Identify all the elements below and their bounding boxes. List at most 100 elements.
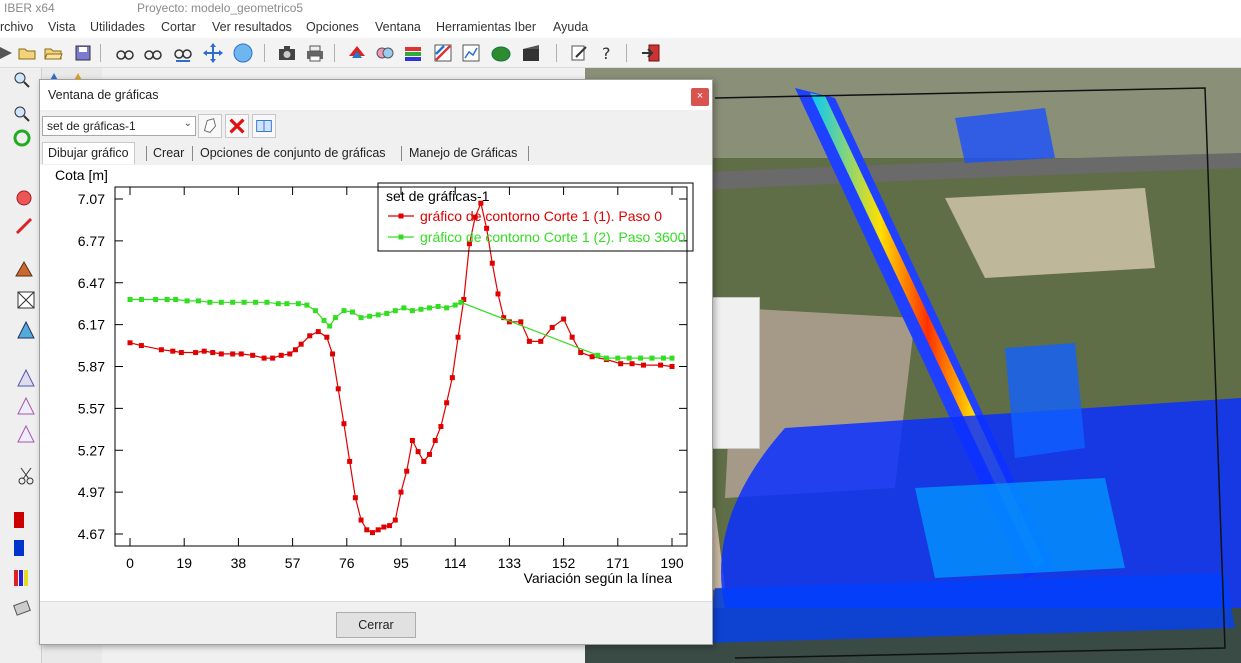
close-icon[interactable]: × <box>691 88 709 106</box>
new-file-icon[interactable] <box>0 42 16 64</box>
y-tick-label: 6.17 <box>78 317 105 333</box>
animation-icon[interactable] <box>520 42 542 64</box>
menu-utilidades[interactable]: Utilidades <box>90 20 145 34</box>
dialog-title-bar: Ventana de gráficas × <box>40 80 712 110</box>
series-1-point <box>170 348 176 354</box>
zoom-glasses-3-icon[interactable] <box>172 42 194 64</box>
series-1-point <box>341 421 347 427</box>
recycle-icon[interactable] <box>12 128 32 148</box>
triangle-icon[interactable] <box>16 368 36 388</box>
measure-icon[interactable] <box>12 598 32 618</box>
triangle-2-icon[interactable] <box>16 396 36 416</box>
edit-checklist-icon[interactable] <box>568 42 590 64</box>
series-1-point <box>569 334 575 340</box>
menu-herramientas-iber[interactable]: Herramientas Iber <box>436 20 536 34</box>
delete-graph-set-icon[interactable] <box>225 114 249 138</box>
series-1-point <box>278 352 284 358</box>
series-2-point <box>312 308 318 314</box>
rename-graph-set-icon[interactable] <box>252 114 276 138</box>
help-icon[interactable]: ? <box>596 42 618 64</box>
series-2-point <box>164 297 170 302</box>
menu-ventana[interactable]: Ventana <box>375 20 421 34</box>
graph-set-select[interactable]: set de gráficas-1 ⌄ <box>42 116 196 136</box>
new-graph-set-icon[interactable] <box>198 114 222 138</box>
line-tool-icon[interactable] <box>14 216 34 236</box>
y-tick-label: 5.27 <box>78 442 105 458</box>
series-1-point <box>669 364 675 369</box>
menu-ayuda[interactable]: Ayuda <box>553 20 588 34</box>
series-1-point <box>210 350 216 356</box>
series-2-point <box>207 299 213 305</box>
toolbar-separator <box>100 44 101 62</box>
series-1-point <box>298 341 304 347</box>
close-button[interactable]: Cerrar <box>336 612 416 638</box>
series-1-point <box>358 517 364 523</box>
tab-crear[interactable]: Crear <box>147 142 190 164</box>
zoom-window-icon[interactable] <box>12 104 32 124</box>
menu-ver-resultados[interactable]: Ver resultados <box>212 20 292 34</box>
series-2-point <box>327 323 333 329</box>
menu-cortar[interactable]: Cortar <box>161 20 196 34</box>
series-1-point <box>444 400 450 406</box>
color-bars-icon[interactable] <box>12 568 32 588</box>
camera-icon[interactable] <box>276 42 298 64</box>
graph-window-icon[interactable] <box>460 42 482 64</box>
triangle-3-icon[interactable] <box>16 424 36 444</box>
save-icon[interactable] <box>72 42 94 64</box>
series-1-point <box>526 338 532 344</box>
point-icon[interactable] <box>14 188 34 208</box>
series-1-point <box>270 355 276 361</box>
pan-arrows-icon[interactable] <box>202 42 224 64</box>
series-1-point <box>193 350 199 356</box>
series-1-point <box>138 343 144 349</box>
print-icon[interactable] <box>304 42 326 64</box>
series-1-point <box>127 340 133 346</box>
series-1-point <box>561 316 567 322</box>
tab-opciones-conjunto[interactable]: Opciones de conjunto de gráficas <box>194 142 392 164</box>
mesh-icon[interactable] <box>16 320 36 340</box>
legend-marker-2 <box>398 234 404 240</box>
series-2-point <box>435 303 441 309</box>
main-toolbar: ? <box>0 38 1241 68</box>
tab-manejo-graficas[interactable]: Manejo de Gráficas <box>403 142 523 164</box>
zoom-glasses-2-icon[interactable] <box>142 42 164 64</box>
series-2-point <box>603 355 609 361</box>
contour-fill-icon[interactable] <box>432 42 454 64</box>
color-palette-icon[interactable] <box>346 42 368 64</box>
open-folder-alt-icon[interactable] <box>42 42 64 64</box>
layers-icon[interactable] <box>402 42 424 64</box>
series-1-point <box>578 350 584 356</box>
open-folder-icon[interactable] <box>16 42 38 64</box>
menu-vista[interactable]: Vista <box>48 20 76 34</box>
tab-separator <box>401 146 402 161</box>
zoom-glasses-icon[interactable] <box>114 42 136 64</box>
scissors-icon[interactable] <box>16 466 36 486</box>
profile-chart: 7.07 6.77 6.47 6.17 5.87 5.57 5.27 4.97 4.67 0 19 3… <box>55 167 694 586</box>
exit-icon[interactable] <box>640 42 662 64</box>
menu-opciones[interactable]: Opciones <box>306 20 359 34</box>
zoom-icon[interactable] <box>12 70 32 90</box>
terrain-icon[interactable] <box>490 42 512 64</box>
dialog-footer: Cerrar <box>40 601 712 644</box>
series-1-point <box>261 355 267 361</box>
x-tick-label: 95 <box>393 555 409 571</box>
material-icon[interactable] <box>374 42 396 64</box>
series-1-point <box>658 362 664 368</box>
tab-separator <box>528 146 529 161</box>
legend-title: set de gráficas-1 <box>386 188 490 204</box>
series-1-point <box>292 347 298 353</box>
series-1-point <box>398 489 404 495</box>
shape-tool-icon[interactable] <box>14 258 34 278</box>
sphere-view-icon[interactable] <box>232 42 254 64</box>
menu-archivo[interactable]: rchivo <box>0 20 33 34</box>
series-1-point <box>404 468 410 474</box>
series-2-point <box>418 306 424 312</box>
y-tick-label: 5.87 <box>78 359 105 375</box>
toolbar-separator <box>626 44 627 62</box>
tab-dibujar-grafico[interactable]: Dibujar gráfico <box>42 142 135 164</box>
legend-blue-icon <box>14 540 24 556</box>
surface-icon[interactable] <box>16 290 36 310</box>
x-tick-label: 171 <box>606 555 630 571</box>
series-1-point <box>330 351 336 357</box>
series-1-point <box>449 375 455 381</box>
